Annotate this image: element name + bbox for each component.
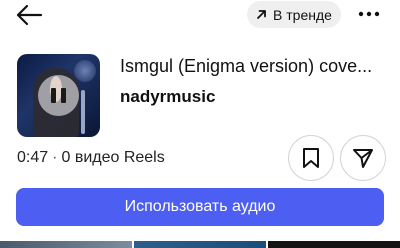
- reels-count: 0 видео Reels: [61, 149, 165, 166]
- reel-thumbnail[interactable]: [268, 241, 400, 248]
- pause-button[interactable]: [38, 75, 79, 116]
- audio-cover-art[interactable]: [17, 54, 100, 137]
- send-icon: [353, 149, 373, 168]
- reel-thumbnail[interactable]: [0, 241, 132, 248]
- save-audio-button[interactable]: [288, 135, 334, 181]
- reels-thumbnail-strip: [0, 241, 400, 248]
- audio-duration: 0:47: [17, 149, 49, 166]
- audio-artist[interactable]: nadyrmusic: [120, 87, 215, 107]
- use-audio-button[interactable]: Использовать аудио: [16, 188, 384, 226]
- arrow-left-icon: [16, 4, 43, 26]
- back-button[interactable]: [12, 2, 46, 28]
- more-horizontal-icon: [358, 11, 380, 17]
- audio-title: Ismgul (Enigma version) cove...: [120, 56, 373, 76]
- cover-light: [74, 60, 96, 82]
- trending-chip[interactable]: В тренде: [247, 1, 341, 28]
- meta-separator: ·: [52, 149, 58, 166]
- reel-thumbnail[interactable]: [134, 241, 266, 248]
- bookmark-icon: [303, 148, 319, 168]
- trending-label: В тренде: [273, 6, 332, 23]
- share-audio-button[interactable]: [340, 135, 386, 181]
- arrow-up-right-icon: [256, 9, 267, 20]
- cover-microphone: [81, 90, 85, 134]
- pause-icon: [51, 88, 66, 103]
- audio-meta: 0:47 · 0 видео Reels: [17, 149, 165, 167]
- more-options-button[interactable]: [352, 3, 386, 25]
